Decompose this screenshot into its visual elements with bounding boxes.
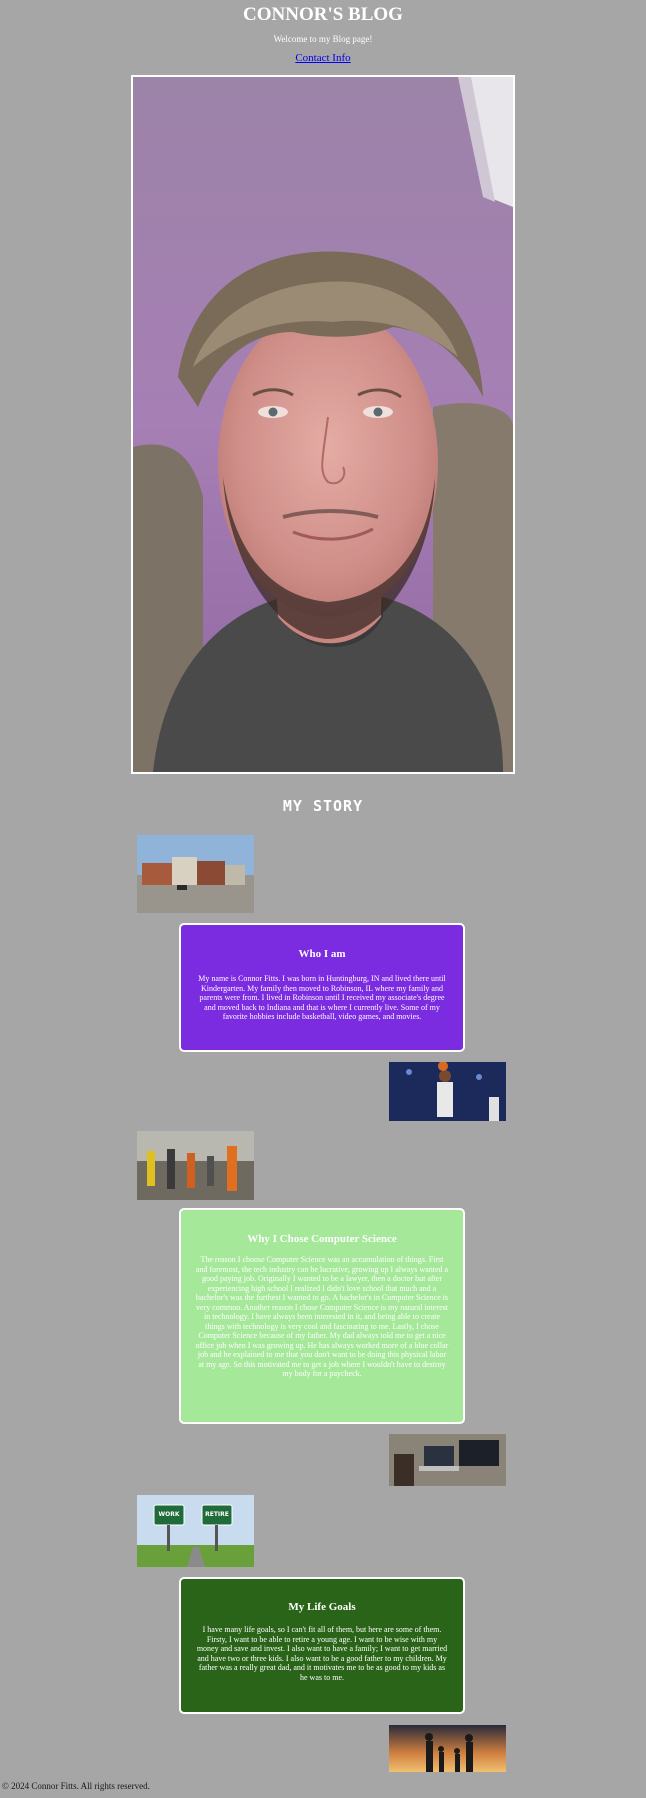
life-goals-card: My Life Goals I have many life goals, so…: [179, 1577, 465, 1714]
family-silhouette-image: [389, 1725, 506, 1772]
who-i-am-card: Who I am My name is Connor Fitts. I was …: [179, 923, 465, 1052]
sign-retire-label: RETIRE: [205, 1511, 229, 1518]
profile-photo: [131, 75, 515, 774]
footer-copyright: © 2024 Connor Fitts. All rights reserved…: [2, 1781, 150, 1791]
laptop-desk-image: [389, 1434, 506, 1486]
computer-science-text: The reason I choose Computer Science was…: [195, 1255, 449, 1378]
basketball-image: [389, 1062, 506, 1121]
computer-science-title: Why I Chose Computer Science: [247, 1233, 397, 1245]
contact-info-link[interactable]: Contact Info: [0, 52, 646, 64]
tagline: Welcome to my Blog page!: [273, 34, 373, 44]
computer-science-card: Why I Chose Computer Science The reason …: [179, 1208, 465, 1424]
town-street-image: [137, 835, 254, 913]
construction-workers-image: [137, 1131, 254, 1200]
life-goals-title: My Life Goals: [288, 1601, 356, 1613]
who-i-am-text: My name is Connor Fitts. I was born in H…: [198, 974, 446, 1021]
life-goals-text: I have many life goals, so I can't fit a…: [196, 1625, 448, 1682]
work-retire-signs-image: WORK RETIRE: [137, 1495, 254, 1567]
sign-work-label: WORK: [159, 1511, 180, 1518]
my-story-heading: MY STORY: [282, 797, 364, 815]
who-i-am-title: Who I am: [298, 948, 346, 960]
site-title: CONNOR'S BLOG: [243, 4, 403, 25]
